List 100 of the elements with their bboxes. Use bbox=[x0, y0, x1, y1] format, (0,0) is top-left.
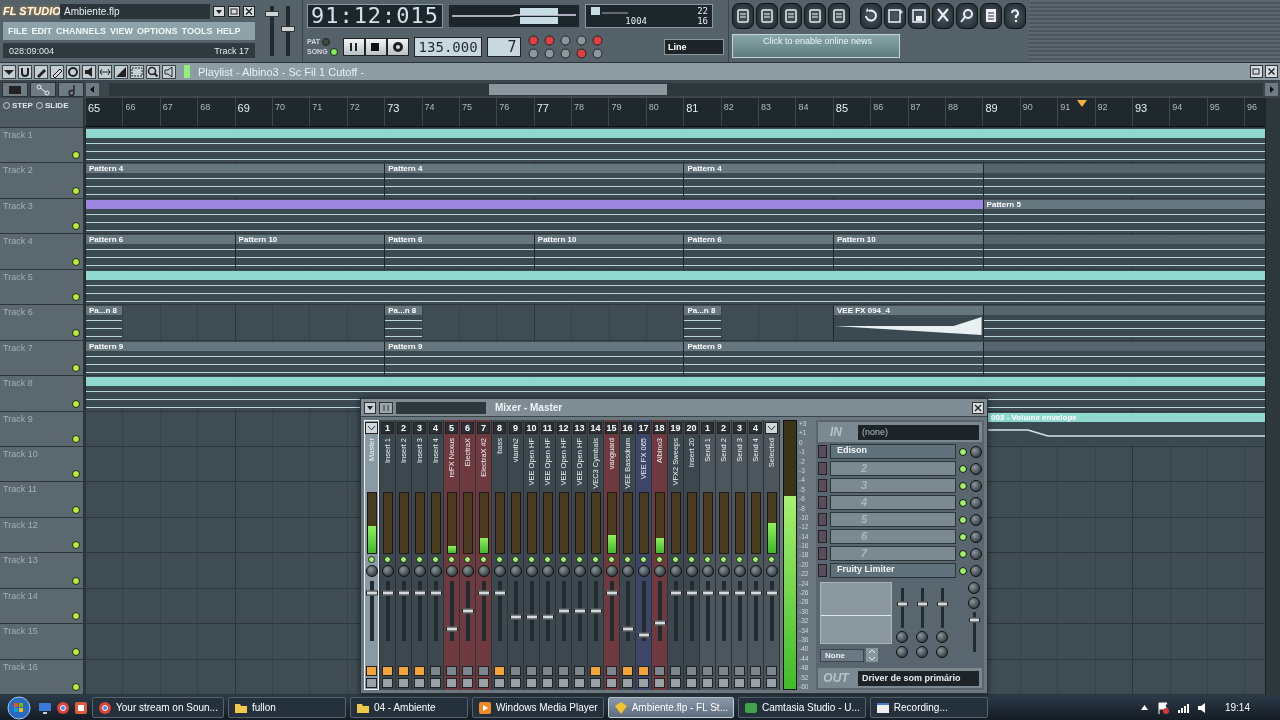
route-button[interactable] bbox=[462, 678, 473, 688]
arm-button[interactable] bbox=[766, 666, 777, 676]
track-name[interactable]: Track 6 bbox=[3, 307, 33, 318]
mode-toggle[interactable]: STEP bbox=[3, 101, 33, 110]
track-led[interactable] bbox=[72, 647, 80, 656]
arm-button[interactable] bbox=[494, 666, 505, 676]
slot-led[interactable] bbox=[959, 515, 967, 524]
scroll-right-icon[interactable] bbox=[1265, 83, 1278, 96]
option-led-icon[interactable] bbox=[543, 47, 556, 59]
fader-thumb[interactable] bbox=[733, 590, 746, 596]
pan-knob[interactable] bbox=[733, 565, 746, 577]
pan-knob[interactable] bbox=[557, 565, 570, 577]
track-name[interactable]: Track 2 bbox=[3, 165, 33, 176]
route-button[interactable] bbox=[718, 678, 729, 688]
route-button[interactable] bbox=[606, 678, 617, 688]
pattern-clip[interactable] bbox=[982, 235, 1265, 268]
mode-toggle[interactable]: SLIDE bbox=[35, 101, 69, 110]
pan-knob[interactable] bbox=[525, 565, 538, 577]
fader-thumb[interactable] bbox=[685, 590, 698, 596]
pan-knob[interactable] bbox=[461, 565, 474, 577]
fader-thumb[interactable] bbox=[509, 614, 522, 620]
arm-button[interactable] bbox=[686, 666, 697, 676]
option-led-icon[interactable] bbox=[559, 47, 572, 59]
cut-button[interactable] bbox=[932, 2, 954, 29]
mix-knob[interactable] bbox=[970, 462, 982, 475]
arm-button[interactable] bbox=[526, 666, 537, 676]
track-led[interactable] bbox=[72, 151, 80, 160]
fader-thumb[interactable] bbox=[717, 590, 730, 596]
arm-button[interactable] bbox=[574, 666, 585, 676]
slider-thumb[interactable] bbox=[265, 10, 279, 17]
track-led[interactable] bbox=[72, 612, 80, 621]
effect-slot[interactable]: Edison bbox=[830, 444, 956, 459]
eq-knob[interactable] bbox=[916, 631, 928, 643]
slot-led[interactable] bbox=[959, 549, 967, 558]
arm-button[interactable] bbox=[542, 666, 553, 676]
slot-led[interactable] bbox=[959, 464, 967, 473]
taskbar-button[interactable]: Ambiente.flp - FL St... bbox=[607, 697, 734, 718]
pattern-clip[interactable]: Pa...n 8 bbox=[683, 306, 721, 339]
fader-thumb[interactable] bbox=[557, 608, 570, 614]
pan-knob[interactable] bbox=[445, 565, 458, 577]
browser-icon[interactable] bbox=[56, 700, 70, 715]
pattern-clip[interactable]: Pattern 6 bbox=[683, 235, 833, 268]
scrollbar-thumb[interactable] bbox=[489, 84, 667, 95]
arm-button[interactable] bbox=[462, 666, 473, 676]
monitor-icon[interactable] bbox=[38, 700, 52, 715]
pan-knob[interactable] bbox=[685, 565, 698, 577]
mix-knob[interactable] bbox=[970, 479, 982, 492]
grip-icon[interactable] bbox=[379, 401, 393, 414]
track-led[interactable] bbox=[72, 364, 80, 373]
dropdown-icon[interactable] bbox=[2, 64, 16, 79]
fader-thumb[interactable] bbox=[573, 608, 586, 614]
pattern-clip[interactable]: Pa...n 8 bbox=[85, 306, 123, 339]
pan-knob[interactable] bbox=[573, 565, 586, 577]
option-led-icon[interactable] bbox=[527, 34, 540, 46]
pattern-clip[interactable] bbox=[85, 129, 1265, 162]
notes-tab[interactable] bbox=[58, 82, 84, 97]
start-orb-icon[interactable] bbox=[4, 695, 34, 720]
route-button[interactable] bbox=[478, 678, 489, 688]
pattern-display[interactable]: 7 bbox=[486, 36, 521, 57]
pattern-clip[interactable]: Pattern 9 bbox=[683, 341, 983, 375]
fader-thumb[interactable] bbox=[365, 590, 378, 596]
arm-button[interactable] bbox=[558, 666, 569, 676]
arm-button[interactable] bbox=[398, 666, 409, 676]
arm-button[interactable] bbox=[718, 666, 729, 676]
pattern-clip[interactable]: Pa...n 8 bbox=[384, 306, 422, 339]
pan-knob[interactable] bbox=[429, 565, 442, 577]
pan-knob[interactable] bbox=[653, 565, 666, 577]
track-led[interactable] bbox=[72, 434, 80, 443]
pause-button[interactable] bbox=[342, 37, 365, 56]
stop-button[interactable] bbox=[364, 37, 387, 56]
arm-button[interactable] bbox=[734, 666, 745, 676]
output-dropdown[interactable]: Driver de som primário bbox=[858, 670, 979, 686]
mix-knob[interactable] bbox=[970, 496, 982, 509]
track-led[interactable] bbox=[72, 293, 80, 302]
fader-thumb[interactable] bbox=[605, 590, 618, 596]
track-name[interactable]: Track 11 bbox=[3, 484, 37, 495]
taskbar-button[interactable]: fullon bbox=[227, 697, 346, 718]
arm-button[interactable] bbox=[366, 666, 377, 676]
taskbar-button[interactable]: Windows Media Player bbox=[471, 697, 604, 718]
pan-knob[interactable] bbox=[717, 565, 730, 577]
mix-knob[interactable] bbox=[970, 564, 982, 577]
restore-icon[interactable] bbox=[228, 5, 240, 17]
route-button[interactable] bbox=[734, 678, 745, 688]
track-name[interactable]: Track 9 bbox=[3, 413, 33, 424]
pan-knob[interactable] bbox=[637, 565, 650, 577]
fader-thumb[interactable] bbox=[621, 626, 634, 632]
song-tab[interactable] bbox=[2, 82, 28, 97]
app-icon[interactable] bbox=[74, 700, 88, 715]
arm-button[interactable] bbox=[430, 666, 441, 676]
slot-led[interactable] bbox=[959, 566, 967, 575]
vertical-scrollbar[interactable] bbox=[1265, 98, 1280, 695]
pattern-clip[interactable]: Pattern 9 bbox=[85, 341, 385, 375]
pattern-clip[interactable] bbox=[982, 306, 1265, 339]
route-button[interactable] bbox=[430, 678, 441, 688]
track-led[interactable] bbox=[72, 399, 80, 408]
close-icon[interactable] bbox=[243, 5, 255, 17]
option-led-icon[interactable] bbox=[559, 34, 572, 46]
slider-thumb[interactable] bbox=[916, 601, 928, 607]
timeline-ruler[interactable]: 65 66 67 68 69 70 71 72 73 74 75 76 77 78 79 80 81 82 83 84 85 86 87 88 89 90 91 92 93 94 95 96 bbox=[85, 98, 1265, 127]
slider-thumb[interactable] bbox=[936, 601, 948, 607]
